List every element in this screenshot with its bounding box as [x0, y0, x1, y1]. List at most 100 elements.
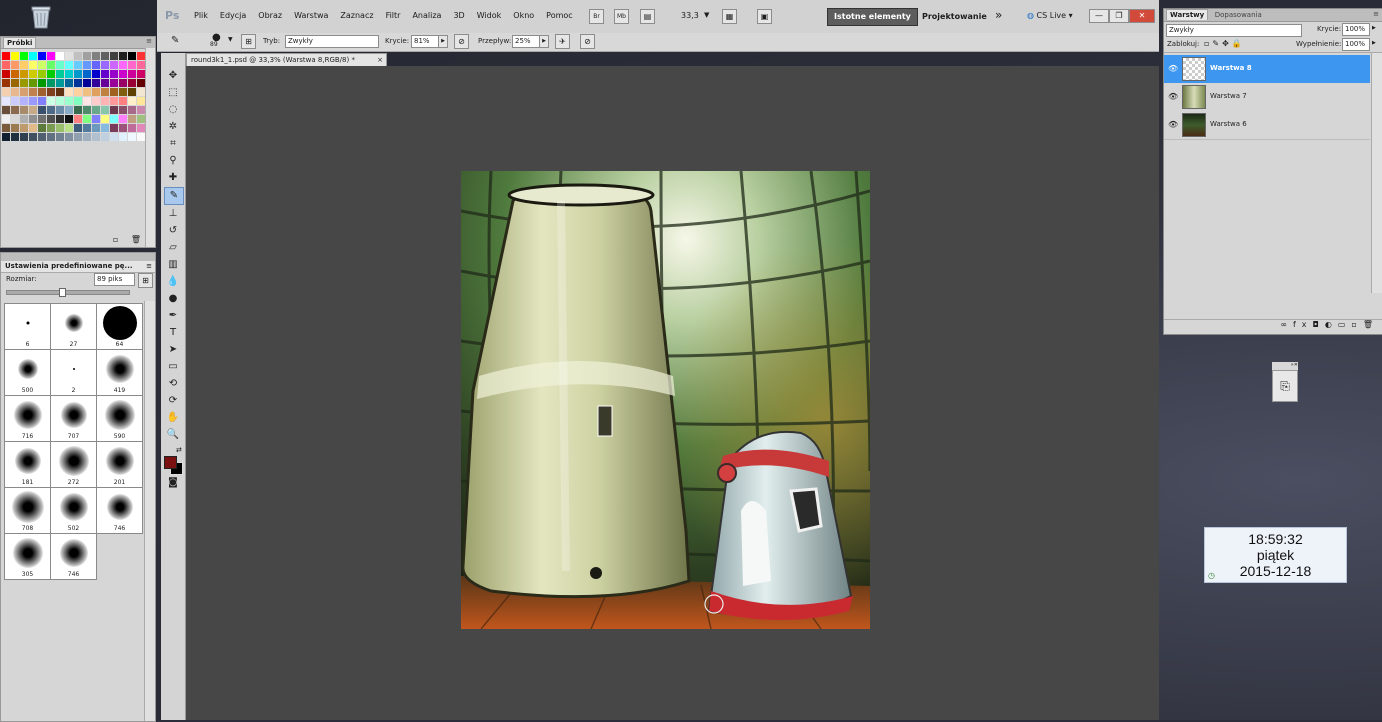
- brush-preset[interactable]: 2: [50, 349, 97, 396]
- brush-preset[interactable]: 64: [96, 303, 143, 350]
- swatch[interactable]: [29, 88, 37, 96]
- hand-tool-icon[interactable]: ✋: [164, 410, 182, 426]
- swatch[interactable]: [110, 97, 118, 105]
- layer-row[interactable]: 👁 Warstwa 6: [1164, 111, 1370, 140]
- 3d-orbit-tool-icon[interactable]: ⟳: [164, 393, 182, 409]
- swatch[interactable]: [20, 106, 28, 114]
- swatch[interactable]: [47, 79, 55, 87]
- brush-preset[interactable]: 716: [4, 395, 51, 442]
- size-slider[interactable]: [6, 288, 130, 297]
- swatch[interactable]: [92, 70, 100, 78]
- menu-item-3[interactable]: Warstwa: [294, 11, 328, 20]
- swatch[interactable]: [101, 70, 109, 78]
- usb-icon[interactable]: ⎘: [1272, 370, 1298, 402]
- eye-icon[interactable]: 👁: [1168, 64, 1178, 73]
- swatch[interactable]: [11, 79, 19, 87]
- swatch[interactable]: [56, 70, 64, 78]
- eye-icon[interactable]: 👁: [1168, 120, 1178, 129]
- swatch[interactable]: [38, 79, 46, 87]
- brush-scrollbar[interactable]: [144, 301, 155, 721]
- swatch[interactable]: [65, 124, 73, 132]
- move-tool-icon[interactable]: ✥: [164, 68, 182, 84]
- swatch[interactable]: [38, 115, 46, 123]
- swatch[interactable]: [11, 115, 19, 123]
- swatch[interactable]: [56, 97, 64, 105]
- swatch[interactable]: [74, 52, 82, 60]
- brush-preset[interactable]: 590: [96, 395, 143, 442]
- swatch[interactable]: [92, 133, 100, 141]
- swatch[interactable]: [11, 88, 19, 96]
- swatch[interactable]: [101, 61, 109, 69]
- brush-presets-tab[interactable]: Ustawienia predefiniowane pę...: [5, 262, 133, 270]
- swatch[interactable]: [38, 88, 46, 96]
- swatch[interactable]: [74, 88, 82, 96]
- clock-settings-icon[interactable]: ◷: [1208, 571, 1215, 580]
- swatch[interactable]: [101, 88, 109, 96]
- swatch[interactable]: [74, 115, 82, 123]
- tab-layers[interactable]: Warstwy: [1166, 9, 1209, 20]
- swatch[interactable]: [11, 61, 19, 69]
- swatch[interactable]: [110, 61, 118, 69]
- swatch[interactable]: [110, 115, 118, 123]
- swatch[interactable]: [128, 97, 136, 105]
- restore-button[interactable]: ❐: [1109, 9, 1129, 23]
- swatch[interactable]: [92, 61, 100, 69]
- brush-preset[interactable]: 746: [50, 533, 97, 580]
- painting-canvas[interactable]: [461, 171, 870, 629]
- swatch[interactable]: [74, 61, 82, 69]
- workspace-design-button[interactable]: Projektowanie: [922, 12, 987, 21]
- type-tool-icon[interactable]: T: [164, 325, 182, 341]
- swatch[interactable]: [47, 61, 55, 69]
- layer-opacity-field[interactable]: 100%: [1342, 23, 1370, 36]
- swatch[interactable]: [29, 97, 37, 105]
- swatch[interactable]: [11, 52, 19, 60]
- brush-preset[interactable]: 305: [4, 533, 51, 580]
- swatch[interactable]: [83, 133, 91, 141]
- link-layers-icon[interactable]: ∞: [1280, 320, 1293, 329]
- swatch[interactable]: [119, 97, 127, 105]
- swatch[interactable]: [38, 106, 46, 114]
- swatch[interactable]: [56, 115, 64, 123]
- brush-preset[interactable]: 201: [96, 441, 143, 488]
- swatch[interactable]: [11, 124, 19, 132]
- brush-preset[interactable]: 707: [50, 395, 97, 442]
- recycle-bin-icon[interactable]: [28, 4, 54, 30]
- swatch[interactable]: [74, 133, 82, 141]
- blur-tool-icon[interactable]: 💧: [164, 274, 182, 290]
- layer-row[interactable]: 👁 Warstwa 8: [1164, 55, 1370, 84]
- brush-tool-preset-icon[interactable]: ✎: [171, 35, 179, 46]
- adjustment-layer-icon[interactable]: ◐: [1325, 320, 1338, 329]
- swatch[interactable]: [2, 115, 10, 123]
- swatch[interactable]: [29, 70, 37, 78]
- swap-colors-icon[interactable]: ⇄: [176, 446, 182, 454]
- swatch[interactable]: [38, 70, 46, 78]
- swatches-tab[interactable]: Próbki: [3, 37, 37, 48]
- lock-icons[interactable]: ▫✎✥🔒: [1204, 39, 1245, 48]
- blend-mode-select[interactable]: Zwykły: [1166, 24, 1302, 37]
- arrange-documents-icon[interactable]: ▦: [722, 9, 737, 24]
- marquee-tool-icon[interactable]: ⬚: [164, 85, 182, 101]
- layer-style-icon[interactable]: fx: [1293, 320, 1313, 329]
- swatch[interactable]: [119, 61, 127, 69]
- swatch[interactable]: [29, 133, 37, 141]
- swatch[interactable]: [92, 79, 100, 87]
- menu-item-6[interactable]: Analiza: [412, 11, 441, 20]
- swatch[interactable]: [56, 61, 64, 69]
- swatch[interactable]: [119, 133, 127, 141]
- swatch[interactable]: [128, 88, 136, 96]
- swatch[interactable]: [47, 115, 55, 123]
- swatch[interactable]: [137, 97, 145, 105]
- swatch[interactable]: [65, 70, 73, 78]
- swatch[interactable]: [2, 88, 10, 96]
- swatch[interactable]: [101, 106, 109, 114]
- layer-row[interactable]: 👁 Warstwa 7: [1164, 83, 1370, 112]
- swatch[interactable]: [20, 115, 28, 123]
- swatch[interactable]: [74, 97, 82, 105]
- view-extras-icon[interactable]: ▤: [640, 9, 655, 24]
- swatch[interactable]: [110, 106, 118, 114]
- gradient-tool-icon[interactable]: ▥: [164, 257, 182, 273]
- swatch[interactable]: [101, 97, 109, 105]
- swatch[interactable]: [128, 106, 136, 114]
- tab-adjustments[interactable]: Dopasowania: [1215, 11, 1262, 19]
- swatch[interactable]: [74, 70, 82, 78]
